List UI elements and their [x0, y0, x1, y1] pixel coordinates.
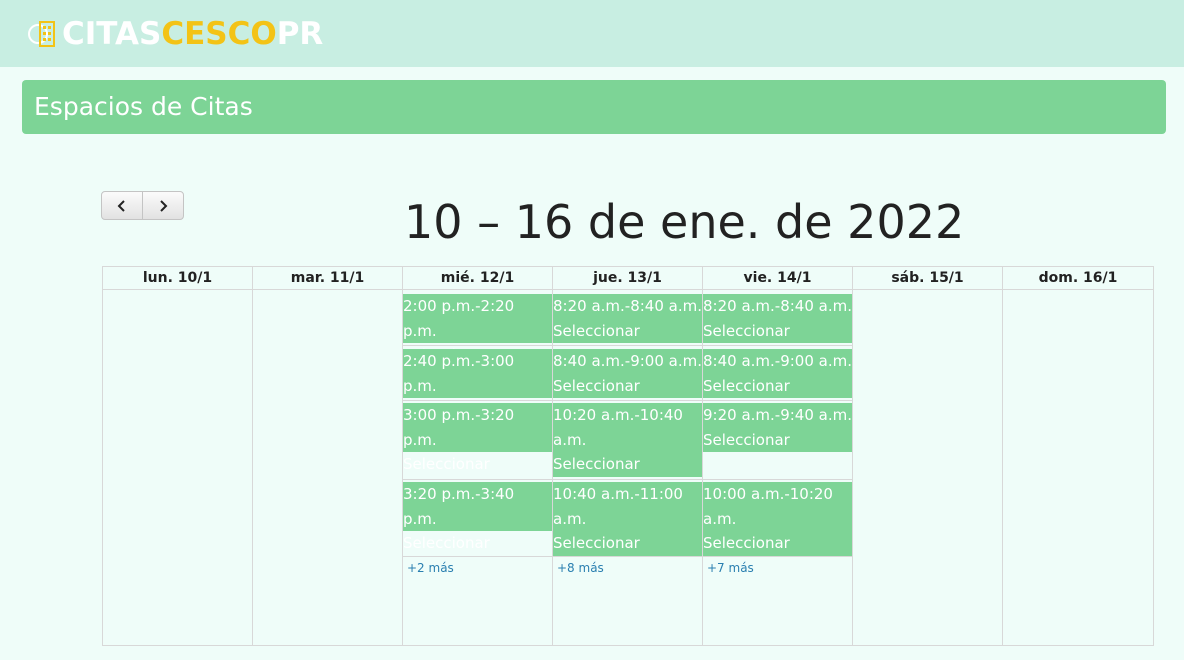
appointment-slot[interactable]: 9:20 a.m.-9:40 a.m. Seleccionar	[703, 403, 852, 452]
row-divider	[403, 479, 552, 480]
slot-time: 8:20 a.m.-8:40 a.m.	[553, 297, 702, 315]
slot-select-link[interactable]: Seleccionar	[703, 428, 852, 453]
slot-select-link[interactable]: Seleccionar	[703, 374, 852, 399]
slot-time: 8:40 a.m.-9:00 a.m.	[553, 352, 702, 370]
day-header: dom. 16/1	[1003, 267, 1153, 290]
day-header: mié. 12/1	[403, 267, 552, 290]
day-column: vie. 14/1 8:20 a.m.-8:40 a.m. Seleccionar 8…	[703, 267, 853, 645]
row-divider	[553, 345, 702, 346]
row-divider	[553, 479, 702, 480]
section-title: Espacios de Citas	[34, 92, 253, 121]
slot-select-link[interactable]: Seleccionar	[553, 374, 702, 399]
chevron-right-icon	[160, 199, 168, 212]
slot-time: 8:40 a.m.-9:00 a.m.	[703, 352, 852, 370]
logo-text-cesco: CESCO	[161, 16, 277, 52]
week-calendar: lun. 10/1 mar. 11/1 mié. 12/1 2:00 p.m.-2:2…	[102, 266, 1154, 646]
slot-select-link[interactable]: Seleccionar	[553, 531, 702, 556]
appointment-slot[interactable]: 8:20 a.m.-8:40 a.m. Seleccionar	[703, 294, 852, 343]
week-navigation	[101, 191, 184, 220]
prev-week-button[interactable]	[102, 192, 142, 219]
more-slots-link[interactable]: +8 más	[557, 561, 604, 575]
slot-time: 8:20 a.m.-8:40 a.m.	[703, 297, 852, 315]
day-column: mié. 12/12:00 p.m.-2:20 p.m.Seleccionar2…	[403, 267, 553, 645]
row-divider	[703, 479, 852, 480]
logo-text-pr: PR	[276, 16, 324, 52]
appointment-slot[interactable]: 10:40 a.m.-11:00 a.m. Seleccionar	[553, 482, 702, 556]
slot-time: 3:00 p.m.-3:20 p.m.	[403, 406, 515, 449]
slot-select-link[interactable]: Seleccionar	[703, 319, 852, 344]
section-header: Espacios de Citas	[22, 80, 1166, 134]
date-range-title: 10 – 16 de ene. de 2022	[404, 195, 965, 249]
day-column: sáb. 15/1	[853, 267, 1003, 645]
slot-time: 2:40 p.m.-3:00 p.m.	[403, 352, 515, 395]
slot-select-link[interactable]: Seleccionar	[553, 452, 702, 477]
slot-select-link[interactable]: Seleccionar	[403, 452, 552, 477]
slot-time: 10:00 a.m.-10:20 a.m.	[703, 485, 833, 528]
day-column: dom. 16/1	[1003, 267, 1153, 645]
day-column: jue. 13/1 8:20 a.m.-8:40 a.m. Seleccionar 8…	[553, 267, 703, 645]
slot-time: 9:20 a.m.-9:40 a.m.	[703, 406, 852, 424]
day-header: mar. 11/1	[253, 267, 402, 290]
day-header: sáb. 15/1	[853, 267, 1002, 290]
top-bar: CITAS CESCO PR	[0, 0, 1184, 67]
appointment-slot[interactable]: 8:40 a.m.-9:00 a.m. Seleccionar	[553, 349, 702, 398]
logo-text-citas: CITAS	[62, 16, 162, 52]
appointment-slot[interactable]: 10:20 a.m.-10:40 a.m. Seleccionar	[553, 403, 702, 477]
day-header: jue. 13/1	[553, 267, 702, 290]
appointment-slot[interactable]: 2:00 p.m.-2:20 p.m.Seleccionar	[403, 294, 552, 364]
appointment-slot[interactable]: 8:20 a.m.-8:40 a.m. Seleccionar	[553, 294, 702, 343]
slot-select-link[interactable]: Seleccionar	[553, 319, 702, 344]
more-slots-link[interactable]: +7 más	[707, 561, 754, 575]
more-slots-link[interactable]: +2 más	[407, 561, 454, 575]
appointment-slot[interactable]: 2:40 p.m.-3:00 p.m.Seleccionar	[403, 349, 552, 419]
slot-time: 10:20 a.m.-10:40 a.m.	[553, 406, 683, 449]
chevron-left-icon	[117, 199, 125, 212]
logo[interactable]: CITAS CESCO PR	[28, 16, 323, 52]
appointment-slot[interactable]: 3:20 p.m.-3:40 p.m. Seleccionar	[403, 482, 552, 552]
row-divider	[703, 345, 852, 346]
next-week-button[interactable]	[142, 192, 183, 219]
day-column: mar. 11/1	[253, 267, 403, 645]
slot-time: 2:00 p.m.-2:20 p.m.	[403, 297, 515, 340]
slot-select-link[interactable]: Seleccionar	[403, 531, 552, 556]
row-divider	[703, 556, 852, 557]
calendar-building-icon	[28, 21, 55, 47]
row-divider	[403, 556, 552, 557]
appointment-slot[interactable]: 10:00 a.m.-10:20 a.m. Seleccionar	[703, 482, 852, 556]
slot-time: 3:20 p.m.-3:40 p.m.	[403, 485, 515, 528]
row-divider	[553, 400, 702, 401]
slot-select-link[interactable]: Seleccionar	[703, 531, 852, 556]
appointment-slot[interactable]: 8:40 a.m.-9:00 a.m. Seleccionar	[703, 349, 852, 398]
day-header: lun. 10/1	[103, 267, 252, 290]
day-column: lun. 10/1	[103, 267, 253, 645]
appointment-slot[interactable]: 3:00 p.m.-3:20 p.m. Seleccionar	[403, 403, 552, 473]
slot-time: 10:40 a.m.-11:00 a.m.	[553, 485, 683, 528]
row-divider	[703, 400, 852, 401]
day-header: vie. 14/1	[703, 267, 852, 290]
row-divider	[553, 556, 702, 557]
